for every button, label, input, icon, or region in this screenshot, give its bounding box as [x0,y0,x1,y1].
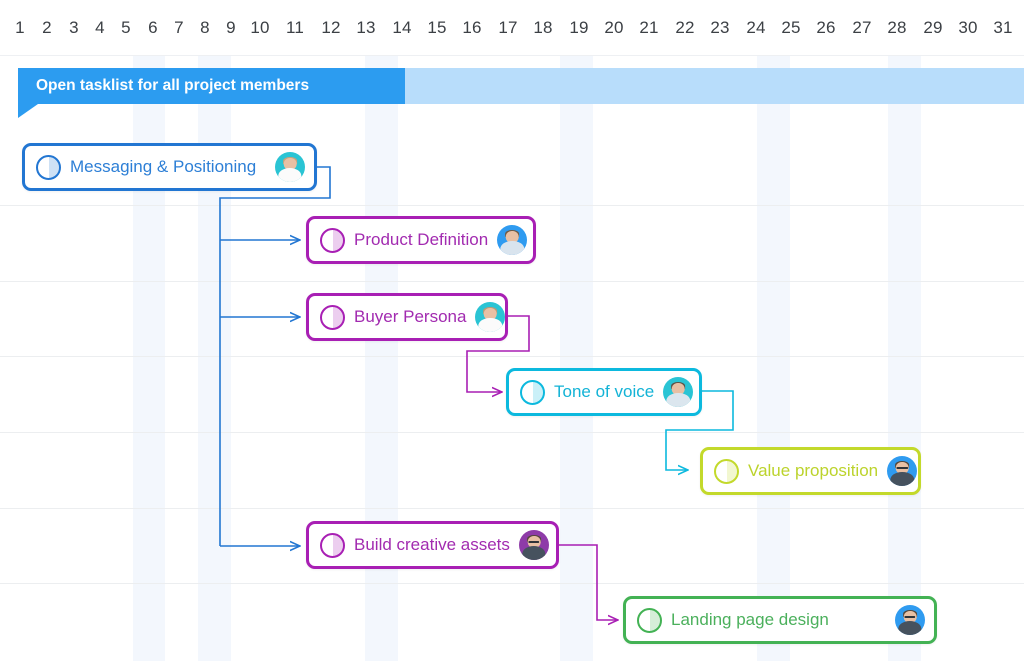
date-header: 1 2 3 4 5 6 7 8 9 10 11 12 13 14 15 16 1… [0,0,1024,56]
banner-tail-notch [18,104,38,118]
row-gridline [0,205,1024,206]
half-circle-progress-icon [320,304,345,330]
date-cell[interactable]: 22 [669,0,701,56]
date-cell[interactable]: 23 [704,0,736,56]
avatar[interactable] [663,377,694,407]
task-label: Product Definition [354,230,489,249]
date-cell[interactable]: 29 [917,0,949,56]
date-cell[interactable]: 9 [217,0,245,56]
date-cell[interactable]: 30 [952,0,984,56]
half-circle-progress-icon [36,154,61,180]
date-cell[interactable]: 3 [60,0,88,56]
date-cell[interactable]: 6 [139,0,167,56]
date-cell[interactable]: 8 [191,0,219,56]
date-cell[interactable]: 19 [563,0,595,56]
date-cell[interactable]: 16 [456,0,488,56]
task-label: Buyer Persona [354,307,467,326]
date-cell[interactable]: 21 [633,0,665,56]
project-banner[interactable]: Open tasklist for all project members [0,68,1024,118]
task-label: Value proposition [748,461,879,480]
avatar[interactable] [475,302,506,332]
task-label: Landing page design [671,610,829,629]
avatar[interactable] [895,605,925,635]
task-card-value-proposition[interactable]: Value proposition [700,447,921,495]
date-cell[interactable]: 17 [492,0,524,56]
task-card-build-creative-assets[interactable]: Build creative assets [306,521,559,569]
task-label: Messaging & Positioning [70,157,257,176]
date-cell[interactable]: 28 [881,0,913,56]
half-circle-progress-icon [714,458,739,484]
avatar[interactable] [518,530,549,560]
task-label: Build creative assets [354,535,510,554]
gantt-timeline-view: 1 2 3 4 5 6 7 8 9 10 11 12 13 14 15 16 1… [0,0,1024,661]
date-cell[interactable]: 10 [244,0,276,56]
date-cell[interactable]: 26 [810,0,842,56]
date-cell[interactable]: 25 [775,0,807,56]
row-gridline [0,432,1024,433]
date-cell[interactable]: 2 [33,0,61,56]
avatar[interactable] [497,225,528,255]
banner-label: Open tasklist for all project members [36,77,310,94]
row-gridline [0,583,1024,584]
row-gridline [0,281,1024,282]
task-card-product-definition[interactable]: Product Definition [306,216,536,264]
date-cell[interactable]: 24 [740,0,772,56]
date-cell[interactable]: 14 [386,0,418,56]
half-circle-progress-icon [520,379,545,405]
half-circle-progress-icon [637,607,662,633]
date-cell[interactable]: 27 [846,0,878,56]
row-gridline [0,508,1024,509]
date-cell[interactable]: 5 [112,0,140,56]
date-cell[interactable]: 18 [527,0,559,56]
date-cell[interactable]: 31 [987,0,1019,56]
task-card-buyer-persona[interactable]: Buyer Persona [306,293,508,341]
date-cell[interactable]: 7 [165,0,193,56]
date-cell[interactable]: 1 [6,0,34,56]
task-card-tone-of-voice[interactable]: Tone of voice [506,368,702,416]
task-card-messaging-positioning[interactable]: Messaging & Positioning [22,143,317,191]
date-cell[interactable]: 20 [598,0,630,56]
half-circle-progress-icon [320,227,345,253]
task-card-landing-page-design[interactable]: Landing page design [623,596,937,644]
date-cell[interactable]: 13 [350,0,382,56]
half-circle-progress-icon [320,532,345,558]
avatar[interactable] [887,456,918,486]
date-cell[interactable]: 11 [279,0,311,56]
date-cell[interactable]: 12 [315,0,347,56]
banner-fill[interactable]: Open tasklist for all project members [18,68,405,104]
date-cell[interactable]: 15 [421,0,453,56]
date-cell[interactable]: 4 [86,0,114,56]
dependency-link-assets-to-landing [559,544,618,620]
task-label: Tone of voice [554,382,655,401]
avatar[interactable] [275,152,305,182]
row-gridline [0,356,1024,357]
